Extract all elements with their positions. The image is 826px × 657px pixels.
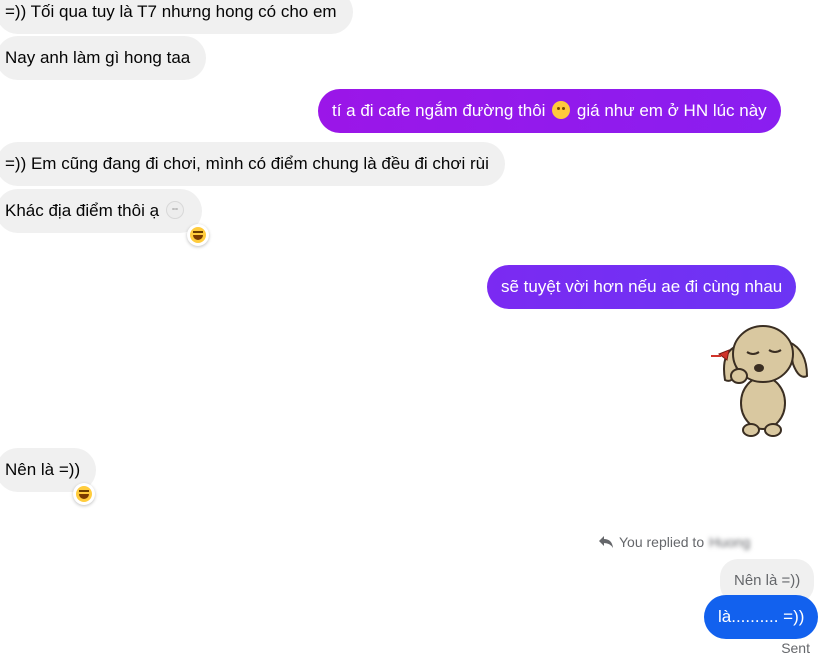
message-text: =)) Tối qua tuy là T7 nhưng hong có cho … — [5, 2, 337, 21]
dog-sticker-icon[interactable] — [703, 318, 811, 440]
laughing-emoji-icon — [190, 227, 206, 243]
reply-indicator: You replied to Huong — [598, 534, 750, 550]
sad-emoji-icon — [552, 101, 571, 119]
message-text: là.......... =)) — [718, 607, 805, 626]
message-text: =)) Em cũng đang đi chơi, mình có điểm c… — [5, 154, 489, 173]
message-outgoing[interactable]: tí a đi cafe ngắm đường thôi giá như em … — [318, 89, 781, 133]
message-outgoing[interactable]: sẽ tuyệt vời hơn nếu ae đi cùng nhau — [487, 265, 797, 309]
reply-recipient-name: Huong — [709, 534, 751, 550]
message-incoming[interactable]: Nay anh làm gì hong taa — [0, 36, 207, 80]
message-incoming[interactable]: Khác địa điểm thôi ạ — [0, 189, 202, 233]
reply-arrow-icon — [599, 536, 613, 548]
message-text: tí a đi cafe ngắm đường thôi — [332, 101, 546, 120]
message-text: giá như em ở HN lúc này — [576, 101, 767, 120]
reaction-laughing-icon[interactable] — [187, 224, 209, 246]
message-text: Khác địa điểm thôi ạ — [5, 201, 160, 220]
message-incoming[interactable]: =)) Tối qua tuy là T7 nhưng hong có cho … — [0, 0, 353, 34]
message-status: Sent — [781, 640, 810, 656]
reply-label: You replied to — [619, 534, 705, 550]
message-text: Nay anh làm gì hong taa — [5, 48, 191, 67]
message-outgoing[interactable]: là.......... =)) — [704, 595, 819, 639]
laughing-emoji-icon — [76, 486, 92, 502]
message-text: Nên là =)) — [5, 460, 81, 479]
reaction-laughing-icon[interactable] — [73, 483, 95, 505]
grin-emoji-icon — [165, 201, 184, 219]
quoted-text: Nên là =)) — [734, 572, 801, 589]
message-incoming[interactable]: =)) Em cũng đang đi chơi, mình có điểm c… — [0, 142, 505, 186]
message-text: sẽ tuyệt vời hơn nếu ae đi cùng nhau — [501, 277, 783, 296]
